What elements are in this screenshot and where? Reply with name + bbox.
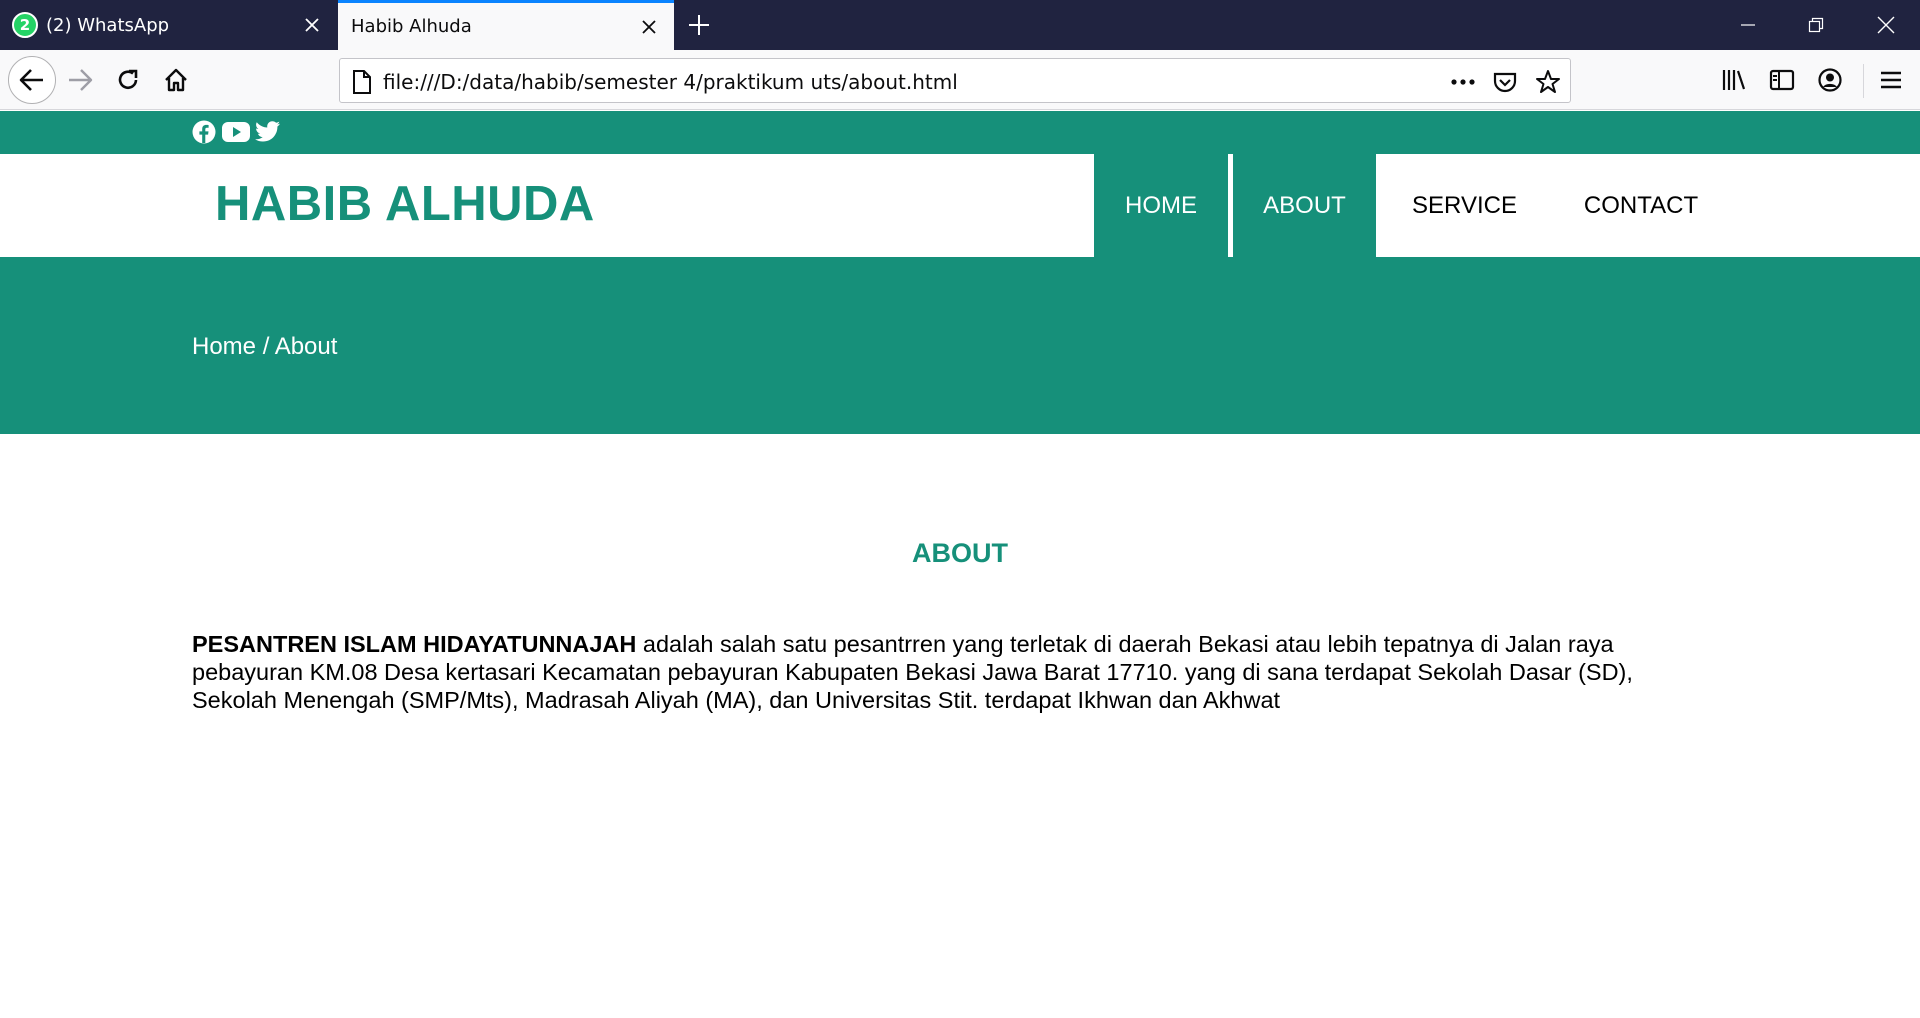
nav-home[interactable]: HOME bbox=[1094, 154, 1228, 257]
tab-habib-alhuda[interactable]: Habib Alhuda bbox=[338, 0, 674, 50]
account-icon[interactable] bbox=[1808, 58, 1852, 102]
tab-title: Habib Alhuda bbox=[351, 16, 472, 37]
facebook-icon[interactable] bbox=[192, 120, 216, 144]
about-paragraph: PESANTREN ISLAM HIDAYATUNNAJAH adalah sa… bbox=[192, 630, 1692, 714]
new-tab-button[interactable] bbox=[682, 8, 716, 42]
reload-button[interactable] bbox=[106, 58, 150, 102]
site-header: HABIB ALHUDA HOME ABOUT SERVICE CONTACT bbox=[0, 154, 1920, 257]
address-bar[interactable]: file:///D:/data/habib/semester 4/praktik… bbox=[339, 58, 1571, 103]
page-banner: Home / About bbox=[0, 257, 1920, 434]
youtube-icon[interactable] bbox=[222, 120, 250, 144]
library-icon[interactable] bbox=[1712, 58, 1756, 102]
tab-title: (2) WhatsApp bbox=[46, 14, 170, 36]
close-icon[interactable] bbox=[295, 8, 329, 42]
back-button[interactable] bbox=[8, 56, 56, 104]
twitter-icon[interactable] bbox=[255, 120, 281, 144]
nav-contact[interactable]: CONTACT bbox=[1551, 154, 1731, 257]
social-bar bbox=[0, 111, 1920, 154]
tab-strip: 2 (2) WhatsApp Habib Alhuda bbox=[0, 0, 1920, 50]
breadcrumb: Home / About bbox=[192, 333, 338, 360]
close-window-button[interactable] bbox=[1852, 0, 1920, 50]
url-text[interactable]: file:///D:/data/habib/semester 4/praktik… bbox=[383, 70, 958, 94]
nav-service[interactable]: SERVICE bbox=[1378, 154, 1551, 257]
sidebar-toggle-icon[interactable] bbox=[1760, 58, 1804, 102]
minimize-button[interactable] bbox=[1714, 0, 1782, 50]
section-title: ABOUT bbox=[912, 538, 1008, 568]
toolbar-separator bbox=[1863, 64, 1864, 98]
tab-badge: 2 bbox=[19, 16, 31, 34]
close-icon[interactable] bbox=[632, 10, 666, 44]
forward-button[interactable] bbox=[58, 58, 102, 102]
bookmark-star-icon[interactable] bbox=[1533, 67, 1563, 97]
home-button[interactable] bbox=[154, 58, 198, 102]
whatsapp-icon: 2 bbox=[12, 12, 38, 38]
page-actions-icon[interactable] bbox=[1448, 67, 1478, 97]
web-page: HABIB ALHUDA HOME ABOUT SERVICE CONTACT … bbox=[0, 111, 1920, 1018]
navigation-toolbar: file:///D:/data/habib/semester 4/praktik… bbox=[0, 50, 1920, 110]
page-icon bbox=[347, 67, 377, 97]
restore-button[interactable] bbox=[1782, 0, 1850, 50]
hamburger-menu-icon[interactable] bbox=[1869, 58, 1913, 102]
about-strong: PESANTREN ISLAM HIDAYATUNNAJAH bbox=[192, 631, 637, 657]
tab-whatsapp[interactable]: 2 (2) WhatsApp bbox=[0, 0, 337, 50]
nav-about[interactable]: ABOUT bbox=[1233, 154, 1376, 257]
site-brand[interactable]: HABIB ALHUDA bbox=[215, 176, 595, 232]
pocket-icon[interactable] bbox=[1490, 67, 1520, 97]
